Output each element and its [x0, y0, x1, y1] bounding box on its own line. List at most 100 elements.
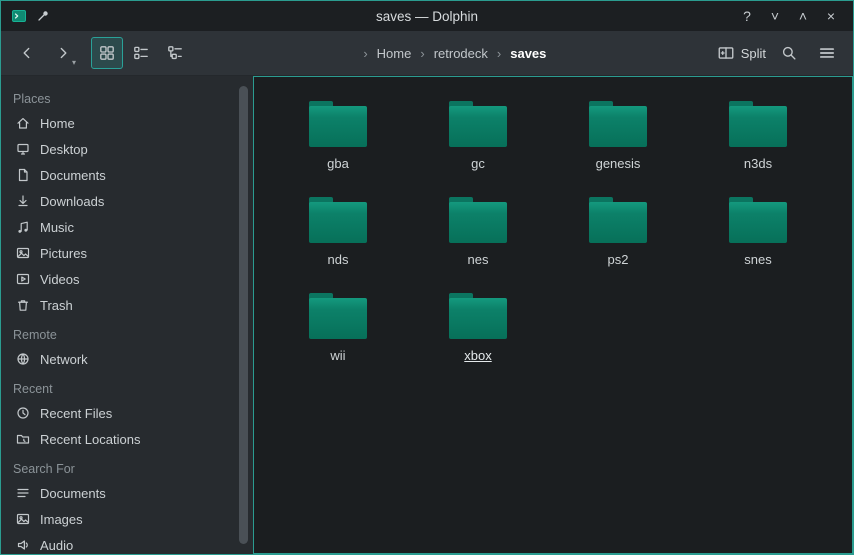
sidebar-item-label: Documents — [40, 168, 106, 183]
folder-label: wii — [330, 348, 345, 363]
icons-view-button[interactable] — [91, 37, 123, 69]
sidebar-item-label: Recent Locations — [40, 432, 140, 447]
split-button[interactable]: Split — [716, 37, 767, 69]
help-button[interactable]: ? — [735, 5, 759, 27]
folder-item-wii[interactable]: wii — [268, 289, 408, 385]
folder-label: genesis — [596, 156, 641, 171]
sidebar-item-music[interactable]: Music — [11, 214, 235, 240]
split-icon — [717, 44, 735, 62]
folder-label: snes — [744, 252, 771, 267]
folder-item-genesis[interactable]: genesis — [548, 97, 688, 193]
sidebar-item-recent-locations[interactable]: Recent Locations — [11, 426, 235, 452]
places-panel: PlacesHomeDesktopDocumentsDownloadsMusic… — [1, 76, 253, 554]
search-button[interactable] — [773, 37, 805, 69]
home-icon — [15, 115, 31, 131]
folder-icon — [309, 101, 367, 147]
maximize-button[interactable]: ˄ — [791, 5, 815, 27]
back-button[interactable] — [11, 37, 43, 69]
menu-button[interactable] — [811, 37, 843, 69]
folder-icon — [449, 197, 507, 243]
sidebar-item-trash[interactable]: Trash — [11, 292, 235, 318]
titlebar: saves — Dolphin ?˅˄× — [1, 1, 853, 31]
window-title: saves — Dolphin — [1, 9, 853, 24]
sidebar-item-label: Desktop — [40, 142, 88, 157]
tree-view-icon — [166, 44, 184, 62]
folder-label: xbox — [464, 348, 491, 363]
search-images-icon — [15, 511, 31, 527]
forward-button[interactable]: ▾ — [47, 37, 79, 69]
breadcrumb-item-saves[interactable]: saves — [508, 43, 548, 64]
recent-files-icon — [15, 405, 31, 421]
video-icon — [15, 271, 31, 287]
sidebar-item-label: Recent Files — [40, 406, 112, 421]
music-icon — [15, 219, 31, 235]
folder-item-xbox[interactable]: xbox — [408, 289, 548, 385]
sidebar-item-downloads[interactable]: Downloads — [11, 188, 235, 214]
folder-label: nes — [468, 252, 489, 267]
folder-view: gba gc genesis n3ds nds nes ps2 snes wii xbox — [253, 76, 853, 554]
folder-icon — [309, 197, 367, 243]
sidebar-item-images[interactable]: Images — [11, 506, 235, 532]
folder-item-ps2[interactable]: ps2 — [548, 193, 688, 289]
breadcrumb-separator: › — [492, 46, 506, 61]
content-area: PlacesHomeDesktopDocumentsDownloadsMusic… — [1, 76, 853, 554]
folder-item-snes[interactable]: snes — [688, 193, 828, 289]
folder-grid: gba gc genesis n3ds nds nes ps2 snes wii xbox — [254, 77, 852, 385]
toolbar: ▾ — [1, 31, 853, 76]
folder-label: nds — [328, 252, 349, 267]
app-icon[interactable] — [11, 8, 27, 24]
audio-icon — [15, 537, 31, 553]
sidebar-item-documents[interactable]: Documents — [11, 162, 235, 188]
sidebar-item-label: Videos — [40, 272, 80, 287]
folder-icon — [589, 101, 647, 147]
dolphin-window: saves — Dolphin ?˅˄× ▾ — [0, 0, 854, 555]
trash-icon — [15, 297, 31, 313]
folder-label: n3ds — [744, 156, 772, 171]
sidebar-item-home[interactable]: Home — [11, 110, 235, 136]
split-button-label: Split — [741, 46, 766, 61]
icons-view-icon — [98, 44, 116, 62]
folder-item-n3ds[interactable]: n3ds — [688, 97, 828, 193]
folder-item-nes[interactable]: nes — [408, 193, 548, 289]
view-mode-group — [91, 37, 191, 69]
sidebar-item-recent-files[interactable]: Recent Files — [11, 400, 235, 426]
sidebar-item-label: Images — [40, 512, 83, 527]
tree-view-button[interactable] — [159, 37, 191, 69]
sidebar-item-audio[interactable]: Audio — [11, 532, 235, 554]
breadcrumb-separator: › — [358, 46, 372, 61]
folder-item-nds[interactable]: nds — [268, 193, 408, 289]
close-button[interactable]: × — [819, 5, 843, 27]
network-icon — [15, 351, 31, 367]
sidebar-item-documents[interactable]: Documents — [11, 480, 235, 506]
folder-label: gc — [471, 156, 485, 171]
search-documents-icon — [15, 485, 31, 501]
sidebar-item-label: Home — [40, 116, 75, 131]
sidebar-item-videos[interactable]: Videos — [11, 266, 235, 292]
sidebar-item-network[interactable]: Network — [11, 346, 235, 372]
download-icon — [15, 193, 31, 209]
details-view-button[interactable] — [125, 37, 157, 69]
sidebar-item-label: Pictures — [40, 246, 87, 261]
breadcrumb-item-home[interactable]: Home — [375, 43, 414, 64]
sidebar-item-label: Music — [40, 220, 74, 235]
forward-icon — [54, 44, 72, 62]
folder-icon — [589, 197, 647, 243]
folder-item-gc[interactable]: gc — [408, 97, 548, 193]
minimize-button[interactable]: ˅ — [763, 5, 787, 27]
sidebar-item-label: Downloads — [40, 194, 104, 209]
sidebar-item-pictures[interactable]: Pictures — [11, 240, 235, 266]
forward-dropdown-caret[interactable]: ▾ — [72, 58, 76, 67]
sidebar-scrollbar[interactable] — [239, 86, 248, 544]
sidebar-item-label: Documents — [40, 486, 106, 501]
sidebar-item-label: Network — [40, 352, 88, 367]
recent-locations-icon — [15, 431, 31, 447]
back-icon — [18, 44, 36, 62]
folder-label: gba — [327, 156, 349, 171]
breadcrumb-separator: › — [415, 46, 429, 61]
sidebar-item-desktop[interactable]: Desktop — [11, 136, 235, 162]
breadcrumb-item-retrodeck[interactable]: retrodeck — [432, 43, 490, 64]
sidebar-item-label: Trash — [40, 298, 73, 313]
folder-item-gba[interactable]: gba — [268, 97, 408, 193]
hamburger-icon — [818, 44, 836, 62]
pin-icon[interactable] — [35, 8, 51, 24]
